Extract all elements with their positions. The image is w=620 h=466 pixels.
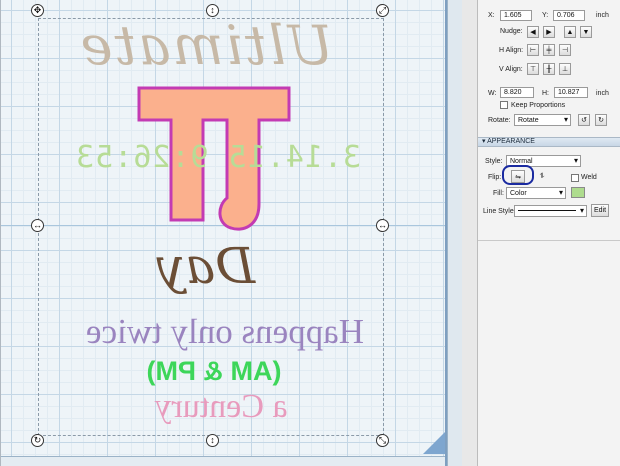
rotate-icon: ↻ [33, 435, 42, 445]
position-unit-label: inch [596, 12, 609, 19]
vertical-arrows-icon: ↕ [210, 5, 215, 15]
panel-gap [462, 0, 477, 466]
move-icon: ✥ [33, 5, 42, 15]
fill-color-swatch[interactable] [571, 187, 585, 198]
selection-box [38, 18, 384, 436]
v-align-label: V Align: [499, 66, 523, 73]
rotate-right-icon: ↻ [598, 117, 604, 124]
nudge-right-button[interactable]: ▶ [543, 26, 555, 38]
arrow-up-icon: ▲ [566, 28, 574, 36]
weld-label: Weld [581, 174, 597, 181]
appearance-header-label: APPEARANCE [487, 138, 535, 145]
flip-highlight-ring [502, 165, 534, 185]
align-top-icon: ⊤ [529, 66, 537, 73]
x-label: X: [488, 12, 495, 19]
align-right-icon: ⊣ [561, 47, 569, 54]
resize-handle-top[interactable]: ↕ [206, 4, 219, 17]
nudge-down-button[interactable]: ▼ [580, 26, 592, 38]
arrow-left-icon: ◀ [530, 29, 536, 36]
fill-label: Fill: [493, 190, 504, 197]
nudge-up-button[interactable]: ▲ [564, 26, 576, 38]
keep-proportions-checkbox[interactable] [500, 101, 508, 109]
fill-select[interactable]: Color [506, 187, 566, 199]
appearance-section-header[interactable]: ▾ APPEARANCE [478, 137, 620, 147]
size-unit-label: inch [596, 90, 609, 97]
v-align-middle-button[interactable]: ╫ [543, 63, 555, 75]
height-input[interactable]: 10.827 [554, 87, 588, 98]
diagonal-arrows-icon: ⤡ [378, 435, 387, 445]
vertical-arrows-icon: ↕ [210, 435, 215, 445]
align-center-icon: ╪ [546, 46, 552, 54]
align-middle-icon: ╫ [546, 65, 552, 73]
resize-handle-bottom[interactable]: ↕ [206, 434, 219, 447]
flip-vertical-button[interactable]: ⥮ [535, 170, 549, 183]
panel-divider [478, 240, 620, 241]
arrow-down-icon: ▼ [582, 28, 590, 36]
line-style-select[interactable] [514, 205, 587, 217]
rotate-handle-bottom-left[interactable]: ↻ [31, 434, 44, 447]
resize-handle-right[interactable]: ↔ [376, 219, 389, 232]
collapse-triangle-icon: ▾ [482, 138, 486, 145]
align-bottom-icon: ⊥ [561, 66, 569, 73]
h-align-right-button[interactable]: ⊣ [559, 44, 571, 56]
h-align-center-button[interactable]: ╪ [543, 44, 555, 56]
style-label: Style: [485, 158, 503, 165]
mat-corner-marker [423, 432, 445, 454]
nudge-left-button[interactable]: ◀ [527, 26, 539, 38]
line-style-edit-button[interactable]: Edit [591, 204, 609, 217]
width-input[interactable]: 8.820 [500, 87, 534, 98]
resize-handle-left[interactable]: ↔ [31, 219, 44, 232]
rotate-select[interactable]: Rotate [514, 114, 571, 126]
rotate-right-button[interactable]: ↻ [595, 114, 607, 126]
rotate-label: Rotate: [488, 117, 511, 124]
nudge-label: Nudge: [500, 28, 523, 35]
x-input[interactable]: 1.605 [500, 10, 532, 21]
v-align-top-button[interactable]: ⊤ [527, 63, 539, 75]
resize-handle-top-right[interactable]: ⤢ [376, 4, 389, 17]
mat-side-strip [447, 0, 462, 466]
arrow-right-icon: ▶ [546, 29, 552, 36]
h-align-left-button[interactable]: ⊢ [527, 44, 539, 56]
line-style-label: Line Style: [483, 208, 516, 215]
v-align-bottom-button[interactable]: ⊥ [559, 63, 571, 75]
line-style-preview [518, 210, 576, 211]
diagonal-arrows-icon: ⤢ [378, 5, 387, 15]
y-input[interactable]: 0.706 [553, 10, 585, 21]
resize-handle-bottom-right[interactable]: ⤡ [376, 434, 389, 447]
flip-vertical-icon: ⥮ [539, 172, 545, 180]
rotate-left-button[interactable]: ↺ [578, 114, 590, 126]
h-align-label: H Align: [499, 47, 524, 54]
rotate-left-icon: ↺ [581, 117, 587, 124]
bottom-ruler [1, 456, 447, 466]
weld-checkbox[interactable] [571, 174, 579, 182]
y-label: Y: [542, 12, 549, 19]
keep-proportions-label: Keep Proportions [511, 102, 566, 109]
horizontal-arrows-icon: ↔ [378, 220, 387, 230]
flip-label: Flip: [488, 174, 502, 181]
height-label: H: [542, 90, 549, 97]
move-handle-top-left[interactable]: ✥ [31, 4, 44, 17]
align-left-icon: ⊢ [529, 47, 537, 54]
width-label: W: [488, 90, 497, 97]
horizontal-arrows-icon: ↔ [33, 220, 42, 230]
design-canvas[interactable]: Ultimate 3.14.15 9:26:53 Day Happens onl… [0, 0, 462, 466]
